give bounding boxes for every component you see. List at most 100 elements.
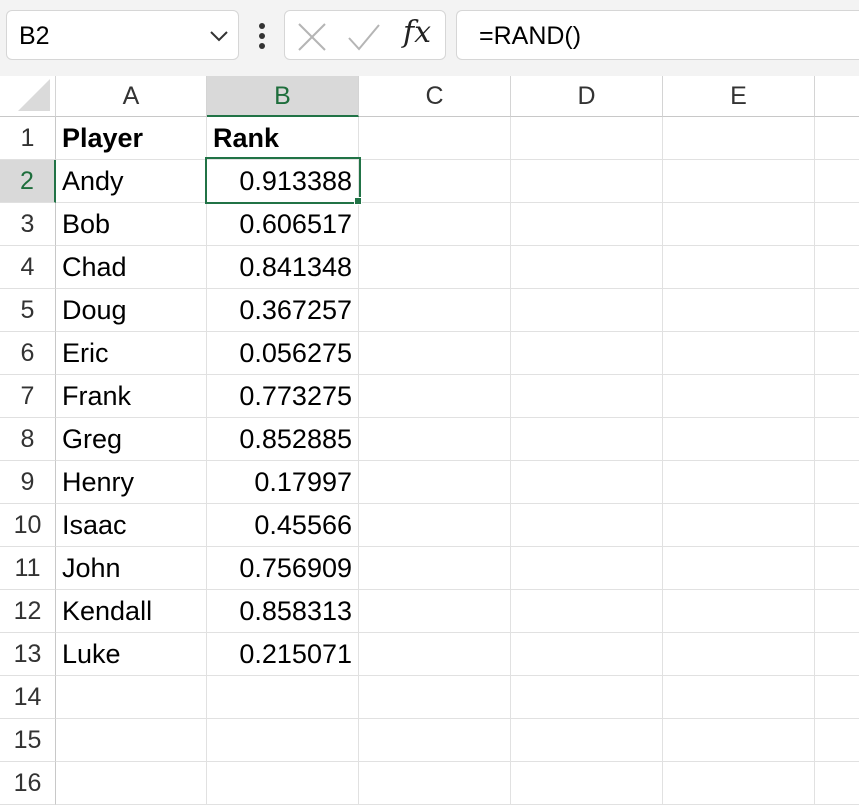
row-header-8[interactable]: 8: [0, 418, 56, 461]
formula-input[interactable]: =RAND(): [456, 10, 859, 60]
column-header-b[interactable]: B: [207, 76, 359, 117]
cell-b6[interactable]: 0.056275: [207, 332, 359, 375]
cell-b8[interactable]: 0.852885: [207, 418, 359, 461]
cell-b1[interactable]: Rank: [207, 117, 359, 160]
cell-c5[interactable]: [359, 289, 511, 332]
cell-a3[interactable]: Bob: [56, 203, 207, 246]
cell-e7[interactable]: [663, 375, 815, 418]
cell-d14[interactable]: [511, 676, 663, 719]
cell-e9[interactable]: [663, 461, 815, 504]
row-header-14[interactable]: 14: [0, 676, 56, 719]
cell-d8[interactable]: [511, 418, 663, 461]
cell-f4[interactable]: [815, 246, 859, 289]
cell-d4[interactable]: [511, 246, 663, 289]
cell-e15[interactable]: [663, 719, 815, 762]
cell-e5[interactable]: [663, 289, 815, 332]
cell-c6[interactable]: [359, 332, 511, 375]
cell-d16[interactable]: [511, 762, 663, 805]
cell-e11[interactable]: [663, 547, 815, 590]
cell-b2[interactable]: 0.913388: [207, 160, 359, 203]
row-header-3[interactable]: 3: [0, 203, 56, 246]
chevron-down-icon[interactable]: [208, 25, 230, 47]
cell-f16[interactable]: [815, 762, 859, 805]
row-header-13[interactable]: 13: [0, 633, 56, 676]
cell-a16[interactable]: [56, 762, 207, 805]
cell-e2[interactable]: [663, 160, 815, 203]
cell-e1[interactable]: [663, 117, 815, 160]
cell-e10[interactable]: [663, 504, 815, 547]
name-box[interactable]: B2: [6, 10, 239, 60]
cell-f12[interactable]: [815, 590, 859, 633]
cell-d1[interactable]: [511, 117, 663, 160]
row-header-6[interactable]: 6: [0, 332, 56, 375]
row-header-15[interactable]: 15: [0, 719, 56, 762]
cell-c11[interactable]: [359, 547, 511, 590]
cell-b3[interactable]: 0.606517: [207, 203, 359, 246]
row-header-11[interactable]: 11: [0, 547, 56, 590]
cell-f5[interactable]: [815, 289, 859, 332]
cell-d10[interactable]: [511, 504, 663, 547]
cell-d6[interactable]: [511, 332, 663, 375]
cell-b12[interactable]: 0.858313: [207, 590, 359, 633]
cell-a6[interactable]: Eric: [56, 332, 207, 375]
cell-b11[interactable]: 0.756909: [207, 547, 359, 590]
cell-a2[interactable]: Andy: [56, 160, 207, 203]
cell-f6[interactable]: [815, 332, 859, 375]
column-header-a[interactable]: A: [56, 76, 207, 117]
cell-a1[interactable]: Player: [56, 117, 207, 160]
cell-c14[interactable]: [359, 676, 511, 719]
cell-f9[interactable]: [815, 461, 859, 504]
cell-f11[interactable]: [815, 547, 859, 590]
cell-c13[interactable]: [359, 633, 511, 676]
row-header-9[interactable]: 9: [0, 461, 56, 504]
cell-c8[interactable]: [359, 418, 511, 461]
cell-c3[interactable]: [359, 203, 511, 246]
cell-f7[interactable]: [815, 375, 859, 418]
cell-e4[interactable]: [663, 246, 815, 289]
cell-e13[interactable]: [663, 633, 815, 676]
cell-b14[interactable]: [207, 676, 359, 719]
cell-a4[interactable]: Chad: [56, 246, 207, 289]
cell-a5[interactable]: Doug: [56, 289, 207, 332]
cell-f13[interactable]: [815, 633, 859, 676]
row-header-5[interactable]: 5: [0, 289, 56, 332]
cell-c4[interactable]: [359, 246, 511, 289]
cell-e12[interactable]: [663, 590, 815, 633]
cell-c12[interactable]: [359, 590, 511, 633]
cell-e6[interactable]: [663, 332, 815, 375]
cell-e14[interactable]: [663, 676, 815, 719]
row-header-4[interactable]: 4: [0, 246, 56, 289]
row-header-10[interactable]: 10: [0, 504, 56, 547]
insert-function-button[interactable]: fx: [403, 15, 431, 50]
cell-b10[interactable]: 0.45566: [207, 504, 359, 547]
cell-a10[interactable]: Isaac: [56, 504, 207, 547]
select-all-corner[interactable]: [0, 76, 56, 117]
cell-a11[interactable]: John: [56, 547, 207, 590]
row-header-2[interactable]: 2: [0, 160, 56, 203]
cell-b9[interactable]: 0.17997: [207, 461, 359, 504]
cell-a7[interactable]: Frank: [56, 375, 207, 418]
x-icon[interactable]: [297, 22, 327, 52]
cell-f3[interactable]: [815, 203, 859, 246]
cell-f1[interactable]: [815, 117, 859, 160]
cell-b16[interactable]: [207, 762, 359, 805]
row-header-7[interactable]: 7: [0, 375, 56, 418]
cell-c15[interactable]: [359, 719, 511, 762]
fill-handle[interactable]: [354, 197, 362, 205]
checkmark-icon[interactable]: [347, 22, 381, 52]
cell-c7[interactable]: [359, 375, 511, 418]
cell-a12[interactable]: Kendall: [56, 590, 207, 633]
cell-e3[interactable]: [663, 203, 815, 246]
cell-d12[interactable]: [511, 590, 663, 633]
cell-e8[interactable]: [663, 418, 815, 461]
column-header-e[interactable]: E: [663, 76, 815, 117]
cell-f2[interactable]: [815, 160, 859, 203]
cell-a9[interactable]: Henry: [56, 461, 207, 504]
cell-f15[interactable]: [815, 719, 859, 762]
cell-d9[interactable]: [511, 461, 663, 504]
cell-a13[interactable]: Luke: [56, 633, 207, 676]
cell-c10[interactable]: [359, 504, 511, 547]
cell-b13[interactable]: 0.215071: [207, 633, 359, 676]
cell-c1[interactable]: [359, 117, 511, 160]
row-header-1[interactable]: 1: [0, 117, 56, 160]
